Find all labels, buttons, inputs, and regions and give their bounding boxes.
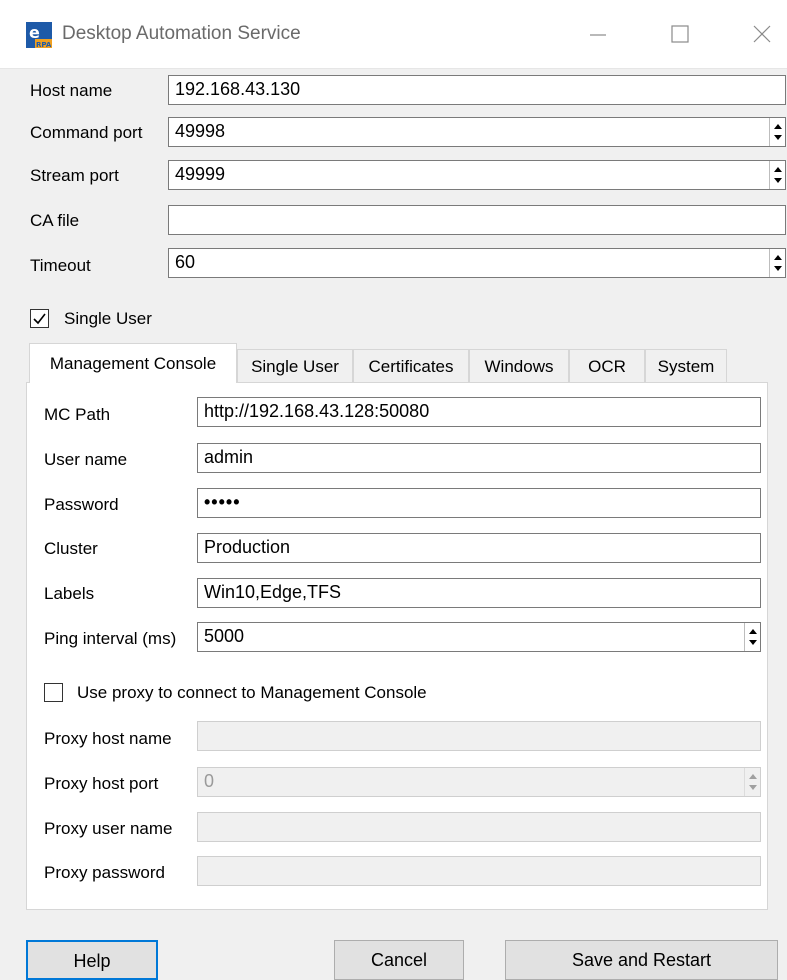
user-name-input[interactable]: admin bbox=[197, 443, 761, 473]
password-label: Password bbox=[44, 495, 119, 514]
svg-text:RPA: RPA bbox=[36, 41, 52, 48]
ca-file-input[interactable] bbox=[168, 205, 786, 235]
tab-certificates[interactable]: Certificates bbox=[353, 349, 469, 382]
stream-port-stepper[interactable]: 49999 bbox=[168, 160, 786, 190]
host-name-label: Host name bbox=[30, 81, 113, 100]
ca-file-label: CA file bbox=[30, 211, 80, 230]
command-port-value: 49998 bbox=[175, 121, 226, 141]
cluster-label: Cluster bbox=[44, 539, 98, 558]
spinner-arrows-icon[interactable] bbox=[744, 623, 760, 651]
spinner-arrows-icon[interactable] bbox=[744, 768, 760, 796]
tab-windows[interactable]: Windows bbox=[469, 349, 569, 382]
user-name-label: User name bbox=[44, 450, 128, 469]
title-bar: e RPA Desktop Automation Service bbox=[0, 0, 787, 69]
window-title: Desktop Automation Service bbox=[62, 23, 301, 44]
proxy-host-port-label: Proxy host port bbox=[44, 774, 159, 793]
tab-management-console[interactable]: Management Console bbox=[29, 343, 237, 383]
tab-system[interactable]: System bbox=[645, 349, 727, 382]
proxy-host-port-value: 0 bbox=[204, 771, 215, 791]
single-user-label: Single User bbox=[64, 309, 152, 328]
proxy-user-name-label: Proxy user name bbox=[44, 819, 173, 838]
spinner-arrows-icon[interactable] bbox=[769, 161, 785, 189]
timeout-value: 60 bbox=[175, 252, 196, 272]
proxy-password-input[interactable] bbox=[197, 856, 761, 886]
proxy-host-name-label: Proxy host name bbox=[44, 729, 172, 748]
proxy-user-name-input[interactable] bbox=[197, 812, 761, 842]
mc-path-label: MC Path bbox=[44, 405, 111, 424]
labels-label: Labels bbox=[44, 584, 95, 603]
stream-port-label: Stream port bbox=[30, 166, 119, 185]
spinner-arrows-icon[interactable] bbox=[769, 118, 785, 146]
single-user-checkbox[interactable] bbox=[30, 309, 49, 328]
app-eye-rpa-icon: e RPA bbox=[26, 22, 52, 49]
minimize-icon[interactable] bbox=[574, 16, 620, 52]
cancel-button[interactable]: Cancel bbox=[334, 940, 464, 980]
proxy-host-name-input[interactable] bbox=[197, 721, 761, 751]
tab-single-user[interactable]: Single User bbox=[237, 349, 353, 382]
timeout-stepper[interactable]: 60 bbox=[168, 248, 786, 278]
close-icon[interactable] bbox=[740, 16, 786, 52]
ping-interval-label: Ping interval (ms) bbox=[44, 629, 177, 648]
maximize-icon[interactable] bbox=[657, 16, 703, 52]
labels-input[interactable]: Win10,Edge,TFS bbox=[197, 578, 761, 608]
stream-port-value: 49999 bbox=[175, 164, 226, 184]
use-proxy-checkbox[interactable] bbox=[44, 683, 63, 702]
command-port-stepper[interactable]: 49998 bbox=[168, 117, 786, 147]
proxy-host-port-stepper[interactable]: 0 bbox=[197, 767, 761, 797]
ping-interval-stepper[interactable]: 5000 bbox=[197, 622, 761, 652]
command-port-label: Command port bbox=[30, 123, 143, 142]
tab-ocr[interactable]: OCR bbox=[569, 349, 645, 382]
save-and-restart-button[interactable]: Save and Restart bbox=[505, 940, 778, 980]
proxy-password-label: Proxy password bbox=[44, 863, 165, 882]
checkmark-icon bbox=[33, 313, 46, 325]
mc-path-input[interactable]: http://192.168.43.128:50080 bbox=[197, 397, 761, 427]
help-button[interactable]: Help bbox=[26, 940, 158, 980]
use-proxy-label: Use proxy to connect to Management Conso… bbox=[77, 683, 427, 702]
host-name-input[interactable]: 192.168.43.130 bbox=[168, 75, 786, 105]
ping-interval-value: 5000 bbox=[204, 626, 245, 646]
spinner-arrows-icon[interactable] bbox=[769, 249, 785, 277]
password-input[interactable]: ••••• bbox=[197, 488, 761, 518]
cluster-input[interactable]: Production bbox=[197, 533, 761, 563]
timeout-label: Timeout bbox=[30, 256, 91, 275]
